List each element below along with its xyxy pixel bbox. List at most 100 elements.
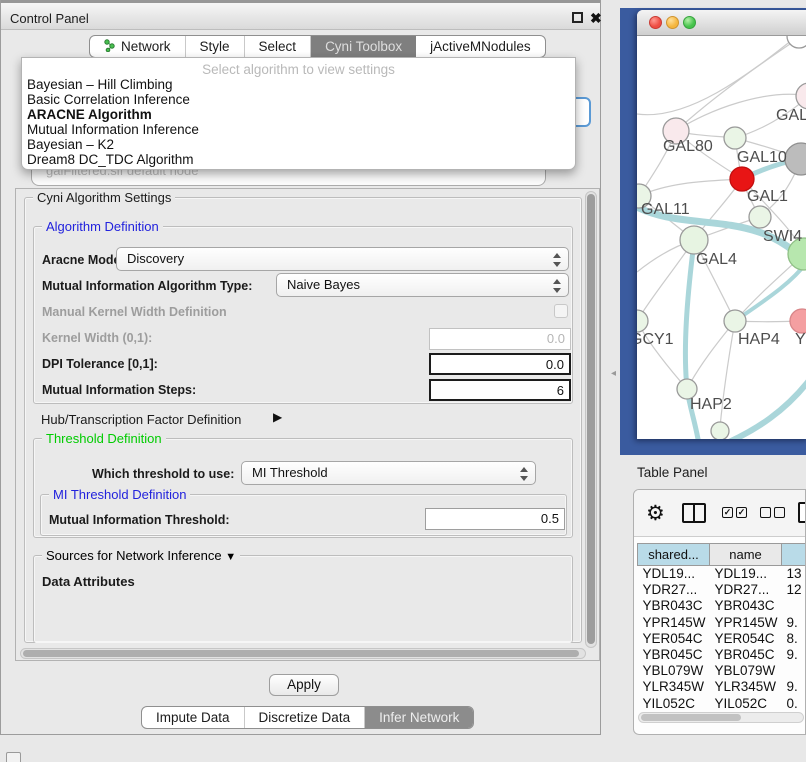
- split-table-icon[interactable]: [682, 503, 706, 523]
- hub-section-label[interactable]: Hub/Transcription Factor Definition: [41, 412, 241, 427]
- algorithm-item-bayesian-k2[interactable]: Bayesian – K2: [22, 137, 575, 152]
- table-cell[interactable]: YLR345W: [638, 679, 710, 695]
- network-canvas[interactable]: GALGAL80GAL10GAL1GAL11SWI4GAL4GCY1HAP4YH…: [637, 36, 806, 439]
- tab-select[interactable]: Select: [245, 36, 312, 57]
- horizontal-scrollbar[interactable]: [20, 648, 586, 659]
- algorithm-item-aracne-algorithm[interactable]: ARACNE Algorithm: [22, 107, 575, 122]
- apply-button[interactable]: Apply: [269, 674, 339, 696]
- table-cell[interactable]: YER054C: [638, 630, 710, 646]
- horizontal-scrollbar-thumb[interactable]: [23, 650, 579, 657]
- table-row[interactable]: YLR345WYLR345W9.: [638, 679, 806, 695]
- table-cell[interactable]: YBL079W: [710, 663, 782, 679]
- table-row[interactable]: YBL079WYBL079W: [638, 663, 806, 679]
- table-cell[interactable]: 0.: [782, 695, 806, 711]
- column-header-name[interactable]: name: [710, 544, 782, 566]
- table-scrollbar-thumb[interactable]: [641, 714, 741, 721]
- dock-panel-icon[interactable]: [6, 752, 21, 762]
- float-window-icon[interactable]: [572, 12, 583, 23]
- which-threshold-combobox[interactable]: MI Threshold: [241, 461, 536, 485]
- table-cell[interactable]: YDL19...: [638, 566, 710, 582]
- mi-steps-field[interactable]: 6: [429, 379, 571, 401]
- column-header-shared[interactable]: shared...: [638, 544, 710, 566]
- deselect-all-icon[interactable]: [760, 507, 785, 518]
- table-cell[interactable]: [782, 598, 806, 614]
- close-icon[interactable]: ✖: [590, 10, 602, 27]
- vertical-scrollbar-thumb[interactable]: [587, 194, 595, 644]
- algorithm-item-dream8-dc-tdc-algorithm[interactable]: Dream8 DC_TDC Algorithm: [22, 152, 575, 167]
- table-cell[interactable]: YIL052C: [638, 695, 710, 711]
- kernel-width-field[interactable]: 0.0: [429, 328, 571, 350]
- table-row[interactable]: YER054CYER054C8.: [638, 630, 806, 646]
- algorithm-item-mutual-information-inference[interactable]: Mutual Information Inference: [22, 122, 575, 137]
- table-cell[interactable]: YPR145W: [638, 614, 710, 630]
- table-cell[interactable]: YBR043C: [710, 598, 782, 614]
- tab-label: Style: [200, 39, 230, 54]
- expand-right-icon[interactable]: ▶: [273, 410, 282, 424]
- node-hap4[interactable]: [724, 310, 746, 332]
- tab-discretize-data[interactable]: Discretize Data: [245, 707, 366, 728]
- node-top[interactable]: [787, 36, 806, 48]
- select-all-icon[interactable]: ✓ ✓: [722, 507, 747, 518]
- table-cell[interactable]: YBR043C: [638, 598, 710, 614]
- tab-style[interactable]: Style: [186, 36, 245, 57]
- table-cell[interactable]: YBL079W: [638, 663, 710, 679]
- zoom-traffic-icon[interactable]: [683, 16, 696, 29]
- node-swi4[interactable]: [749, 206, 771, 228]
- node-bottom[interactable]: [711, 422, 729, 439]
- manual-kernel-checkbox[interactable]: [554, 304, 568, 318]
- table-cell[interactable]: YDL19...: [710, 566, 782, 582]
- tab-impute-data[interactable]: Impute Data: [142, 707, 245, 728]
- table-row[interactable]: YIL052CYIL052C0.: [638, 695, 806, 711]
- mi-algorithm-type-combobox[interactable]: Naive Bayes: [276, 273, 569, 297]
- table-cell[interactable]: YLR345W: [710, 679, 782, 695]
- table-cell[interactable]: 8.: [782, 630, 806, 646]
- table-row[interactable]: YDL19...YDL19...13: [638, 566, 806, 582]
- gear-icon[interactable]: ⚙: [646, 501, 665, 526]
- close-traffic-icon[interactable]: [649, 16, 662, 29]
- table-row[interactable]: YPR145WYPR145W9.: [638, 614, 806, 630]
- algorithm-item-bayesian-hill-climbing[interactable]: Bayesian – Hill Climbing: [22, 77, 575, 92]
- table-cell[interactable]: 13: [782, 566, 806, 582]
- table-row[interactable]: YDR27...YDR27...12: [638, 582, 806, 598]
- node-gcy1[interactable]: [637, 310, 648, 332]
- vertical-scrollbar[interactable]: [585, 191, 597, 648]
- tab-infer-network[interactable]: Infer Network: [365, 707, 473, 728]
- algorithm-item-basic-correlation-inference[interactable]: Basic Correlation Inference: [22, 92, 575, 107]
- table-cell[interactable]: 12: [782, 582, 806, 598]
- dpi-tolerance-field[interactable]: 0.0: [429, 353, 571, 375]
- minimize-traffic-icon[interactable]: [666, 16, 679, 29]
- aracne-mode-combobox[interactable]: Discovery: [116, 247, 569, 271]
- document-icon[interactable]: [798, 502, 806, 523]
- tab-cyni-toolbox[interactable]: Cyni Toolbox: [311, 36, 416, 57]
- table-row[interactable]: YBR045CYBR045C9.: [638, 646, 806, 662]
- network-window-titlebar[interactable]: [637, 10, 806, 36]
- table-cell[interactable]: 9.: [782, 679, 806, 695]
- table-row[interactable]: YBR043CYBR043C: [638, 598, 806, 614]
- splitter-handle-icon[interactable]: ◂: [611, 368, 616, 379]
- table-cell[interactable]: YDR27...: [638, 582, 710, 598]
- table-cell[interactable]: YBR045C: [710, 646, 782, 662]
- table-cell[interactable]: YDR27...: [710, 582, 782, 598]
- table-cell[interactable]: YBR045C: [638, 646, 710, 662]
- network-edge[interactable]: [637, 36, 797, 115]
- node-gray[interactable]: [785, 143, 806, 175]
- node-salmon[interactable]: [790, 309, 806, 333]
- column-header-hidden[interactable]: [782, 544, 806, 566]
- table-cell[interactable]: YPR145W: [710, 614, 782, 630]
- table-cell[interactable]: 9.: [782, 614, 806, 630]
- table-cell[interactable]: 9.: [782, 646, 806, 662]
- mi-threshold-field[interactable]: 0.5: [425, 508, 565, 530]
- network-edge[interactable]: [639, 179, 742, 196]
- table-cell[interactable]: YER054C: [710, 630, 782, 646]
- tab-network[interactable]: Network: [90, 36, 186, 57]
- network-edge[interactable]: [687, 321, 735, 389]
- table-cell[interactable]: YIL052C: [710, 695, 782, 711]
- node-gal10[interactable]: [724, 127, 746, 149]
- table-horizontal-scrollbar[interactable]: [638, 712, 804, 723]
- sources-title[interactable]: Sources for Network Inference ▼: [42, 548, 240, 563]
- network-edge-highlighted[interactable]: [729, 378, 806, 439]
- tab-jactivemnodules[interactable]: jActiveMNodules: [416, 36, 545, 57]
- table-cell[interactable]: [782, 663, 806, 679]
- node-gal4[interactable]: [680, 226, 708, 254]
- tab-label: Cyni Toolbox: [325, 39, 402, 54]
